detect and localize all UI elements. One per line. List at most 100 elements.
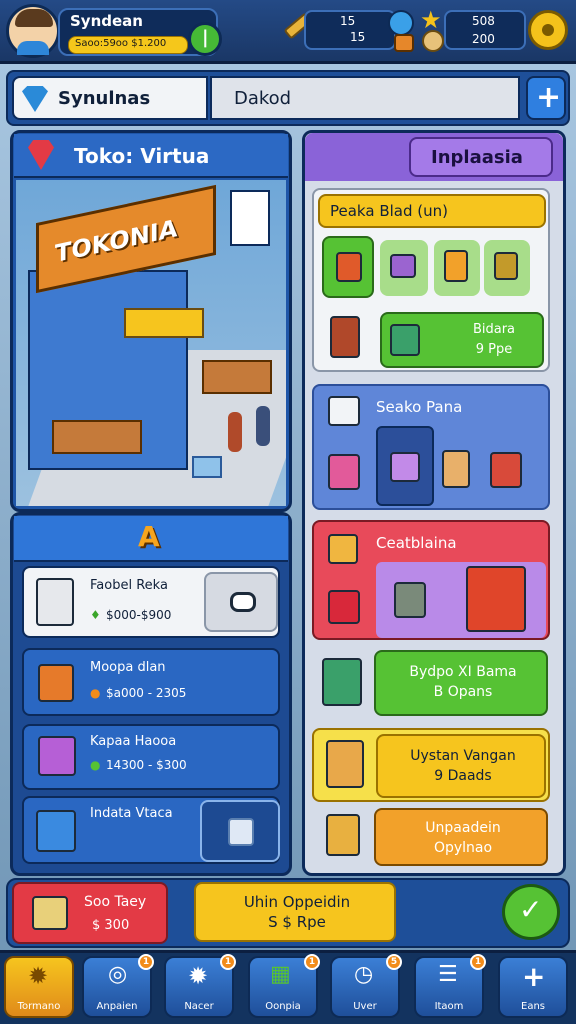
- nav-label: Uver: [353, 1001, 377, 1012]
- right-panel-title-box: Inplaasia: [409, 137, 553, 177]
- add-tab-button[interactable]: +: [526, 76, 566, 120]
- product-slot[interactable]: [484, 240, 530, 296]
- checkmark-icon: ✓: [519, 893, 543, 926]
- white-box-icon: [328, 396, 360, 426]
- vending-machine-icon: [466, 566, 526, 632]
- player-avatar[interactable]: [6, 4, 60, 58]
- confirm-button[interactable]: ✓: [502, 884, 560, 940]
- cash-register-icon: [394, 582, 426, 618]
- cube-rainbow-icon: [328, 454, 360, 490]
- bag-icon: [330, 316, 360, 358]
- nav-label: Tormano: [17, 1001, 61, 1012]
- tab-dakod[interactable]: Dakod: [210, 76, 520, 120]
- nav-label: Itaom: [434, 1001, 464, 1012]
- nav-item[interactable]: + Eans: [498, 956, 568, 1018]
- stat2-top: 508: [472, 14, 495, 28]
- nav-label: Anpaien: [96, 1001, 138, 1012]
- ad-poster: [230, 190, 270, 246]
- nav-item[interactable]: ✹ Tormano: [4, 956, 74, 1018]
- box-stack-icon: [36, 578, 74, 626]
- item-price: $000-$900: [106, 608, 172, 622]
- item-name: Faobel Reka: [90, 578, 168, 593]
- product-slot[interactable]: [434, 240, 480, 296]
- product-slot[interactable]: [380, 240, 428, 296]
- shopper-figure: [228, 412, 242, 452]
- section-peaka-title: Peaka Blad (un): [330, 202, 448, 220]
- product-slot-highlight[interactable]: [376, 426, 434, 506]
- currency-add-button[interactable]: |: [188, 22, 222, 56]
- buy-open-button[interactable]: Uhin Oppeidin S $ Rpe: [194, 882, 396, 942]
- gold-box-icon: [328, 534, 358, 564]
- shirt: [17, 41, 49, 55]
- cardboard-box-icon: [442, 450, 470, 488]
- store-sign-text: TOKONIA: [55, 214, 178, 269]
- register-icon: [390, 324, 420, 356]
- item-name: Kapaa Haooa: [90, 734, 177, 749]
- currency-text: Saoo:59oo $1.200: [75, 38, 167, 49]
- nav-label: Nacer: [184, 1001, 214, 1012]
- soo-taey-label: Soo Taey: [84, 894, 147, 910]
- section-peaka-button[interactable]: Bidara 9 Ppe: [380, 312, 544, 368]
- hair: [15, 9, 53, 27]
- price-icon: ●: [90, 686, 101, 700]
- nav-item[interactable]: ◷ 5 Uver: [330, 954, 402, 1018]
- section-bydpo-button-label: Bydpo XI Bama B Opans: [409, 664, 517, 700]
- nav-item[interactable]: ✹ 1 Nacer: [164, 954, 236, 1018]
- store-title-bar: Toko: Virtua: [14, 134, 288, 178]
- awning: [124, 308, 204, 338]
- nav-label: Oonpia: [265, 1001, 301, 1012]
- nav-badge: 1: [470, 954, 486, 970]
- inventory-item[interactable]: Kapaa Haooa ● 14300 - $300: [22, 724, 280, 790]
- section-ceat: Ceatblaina: [312, 520, 550, 640]
- item-name: Moopa dlan: [90, 660, 166, 675]
- shop-box-icon: [32, 896, 68, 930]
- tab-synulnas[interactable]: Synulnas: [12, 76, 208, 120]
- right-panel-title: Inplaasia: [431, 147, 523, 168]
- clock-icon[interactable]: [388, 10, 414, 36]
- store-scene: TOKONIA: [16, 180, 286, 506]
- nav-item[interactable]: ◎ 1 Anpaien: [82, 954, 154, 1018]
- stat-panel-1: 15 15: [304, 10, 396, 50]
- section-unpaadein-button-label: Unpaadein Opylnao: [425, 820, 501, 856]
- section-bydpo-button[interactable]: Bydpo XI Bama B Opans: [374, 650, 548, 716]
- nav-icon: ✹: [188, 962, 209, 990]
- section-seako-title: Seako Pana: [376, 398, 463, 416]
- nav-item[interactable]: ▦ 1 Oonpia: [248, 954, 320, 1018]
- nav-label: Eans: [521, 1001, 545, 1012]
- cube-icon: [228, 818, 254, 846]
- gift-box-icon: [38, 736, 76, 776]
- crate-icon: [38, 664, 74, 702]
- inventory-banner-text: A: [138, 520, 160, 553]
- fridge-icon: [322, 658, 362, 706]
- inventory-banner: A: [14, 516, 288, 562]
- item-price: $a000 - 2305: [106, 686, 187, 700]
- section-peaka-title-bar: Peaka Blad (un): [318, 194, 546, 228]
- section-peaka-button-label: Bidara 9 Ppe: [472, 322, 516, 357]
- soo-taey-price: $ 300: [92, 918, 130, 933]
- gear-center: [542, 24, 554, 36]
- item-detail-button[interactable]: [204, 572, 278, 632]
- blue-box-icon: [36, 810, 76, 852]
- inventory-item[interactable]: Moopa dlan ● $a000 - 2305: [22, 648, 280, 716]
- shelf-right: [202, 360, 272, 394]
- mustard-box-icon: [326, 814, 360, 856]
- buy-open-label: Uhin Oppeidin S $ Rpe: [243, 893, 351, 931]
- nav-icon: ◎: [108, 962, 128, 987]
- section-unpaadein-button[interactable]: Unpaadein Opylnao: [374, 808, 548, 866]
- store-title: Toko: Virtua: [74, 144, 210, 168]
- shield-icon: [22, 86, 48, 112]
- nav-badge: 1: [220, 954, 236, 970]
- inventory-item[interactable]: Indata Vtaca: [22, 796, 280, 864]
- product-slot-selected[interactable]: [322, 236, 374, 298]
- inventory-item[interactable]: Faobel Reka ♦ $000-$900: [22, 566, 280, 638]
- item-slot-button[interactable]: [200, 800, 280, 862]
- item-name: Indata Vtaca: [90, 806, 173, 821]
- section-uystan-button[interactable]: Uystan Vangan 9 Daads: [376, 734, 546, 798]
- stat2-bottom: 200: [472, 32, 495, 46]
- section-ceat-showcase[interactable]: [376, 562, 546, 638]
- nav-icon: ▦: [270, 962, 291, 987]
- soo-taey-button[interactable]: Soo Taey $ 300: [12, 882, 168, 944]
- nav-item[interactable]: ☰ 1 Itaom: [414, 954, 486, 1018]
- nav-badge: 1: [304, 954, 320, 970]
- settings-gear-icon[interactable]: [528, 10, 568, 50]
